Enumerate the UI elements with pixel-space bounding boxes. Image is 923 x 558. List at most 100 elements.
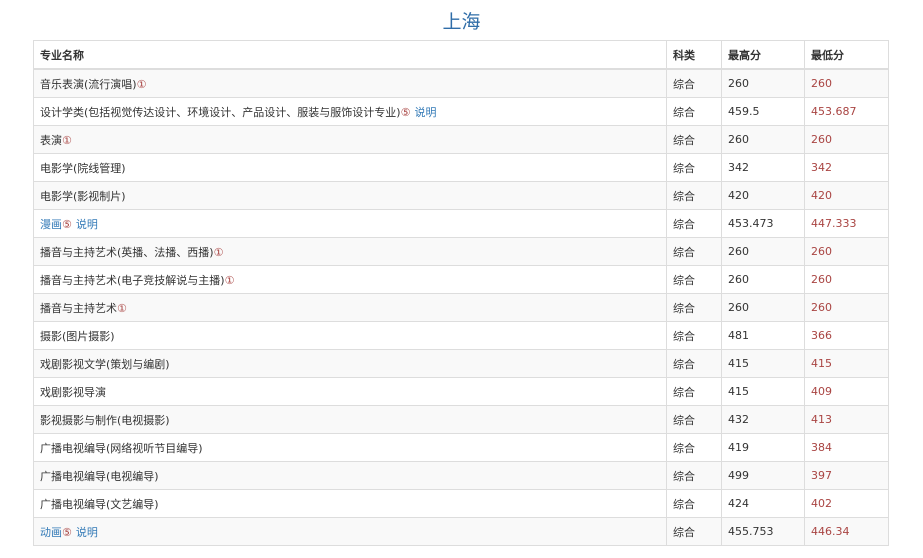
explain-link[interactable]: 说明 xyxy=(414,106,436,119)
cell-lowest-score: 409 xyxy=(804,377,889,406)
cell-subject-type: 综合 xyxy=(666,153,722,182)
cell-lowest-score: 402 xyxy=(804,489,889,518)
note-mark-icon: ① xyxy=(213,245,224,259)
header-subject-type: 科类 xyxy=(666,40,722,70)
note-mark-icon: ① xyxy=(62,133,72,147)
cell-highest-score: 260 xyxy=(721,237,805,266)
cell-highest-score: 415 xyxy=(721,377,805,406)
cell-lowest-score: 260 xyxy=(804,265,889,294)
major-name: 电影学(院线管理) xyxy=(40,161,126,175)
cell-subject-type: 综合 xyxy=(666,405,722,434)
cell-lowest-score: 260 xyxy=(804,237,889,266)
cell-subject-type: 综合 xyxy=(666,433,722,462)
table-row: 广播电视编导(电视编导) 综合 499 397 xyxy=(33,461,889,490)
major-name: 广播电视编导(电视编导) xyxy=(40,469,159,483)
table-row: 播音与主持艺术(英播、法播、西播)① 综合 260 260 xyxy=(33,237,889,266)
cell-subject-type: 综合 xyxy=(666,125,722,154)
major-name: 广播电视编导(文艺编导) xyxy=(40,497,159,511)
table-row: 音乐表演(流行演唱)① 综合 260 260 xyxy=(33,68,889,98)
cell-lowest-score: 415 xyxy=(804,349,889,378)
cell-highest-score: 260 xyxy=(721,125,805,154)
cell-subject-type: 综合 xyxy=(666,97,722,126)
major-name-link[interactable]: 动画 xyxy=(40,526,62,539)
cell-subject-type: 综合 xyxy=(666,293,722,322)
major-name: 戏剧影视文学(策划与编剧) xyxy=(40,357,170,371)
cell-major-name: 播音与主持艺术(英播、法播、西播)① xyxy=(33,237,667,266)
cell-major-name: 广播电视编导(电视编导) xyxy=(33,461,667,490)
cell-subject-type: 综合 xyxy=(666,517,722,546)
major-name: 播音与主持艺术(电子竞技解说与主播) xyxy=(40,273,225,287)
major-name: 音乐表演(流行演唱) xyxy=(40,77,137,91)
page-title: 上海 xyxy=(442,11,481,33)
cell-major-name: 电影学(院线管理) xyxy=(33,153,667,182)
table-header-row: 专业名称 科类 最高分 最低分 xyxy=(33,40,889,70)
cell-lowest-score: 260 xyxy=(804,125,889,154)
major-name: 电影学(影视制片) xyxy=(40,189,126,203)
table-row: 摄影(图片摄影) 综合 481 366 xyxy=(33,321,889,350)
note-mark-icon: ① xyxy=(136,77,147,91)
table-row: 播音与主持艺术(电子竞技解说与主播)① 综合 260 260 xyxy=(33,265,889,294)
table-body: 音乐表演(流行演唱)① 综合 260 260 设计学类(包括视觉传达设计、环境设计、产品… xyxy=(33,68,889,546)
note-mark-icon: ⑤ xyxy=(62,525,72,539)
cell-lowest-score: 342 xyxy=(804,153,889,182)
cell-major-name: 电影学(影视制片) xyxy=(33,181,667,210)
table-row: 广播电视编导(网络视听节目编导) 综合 419 384 xyxy=(33,433,889,462)
table-row: 电影学(影视制片) 综合 420 420 xyxy=(33,181,889,210)
cell-lowest-score: 366 xyxy=(804,321,889,350)
cell-lowest-score: 260 xyxy=(804,293,889,322)
cell-highest-score: 481 xyxy=(721,321,805,350)
cell-subject-type: 综合 xyxy=(666,209,722,238)
major-name: 广播电视编导(网络视听节目编导) xyxy=(40,441,203,455)
cell-subject-type: 综合 xyxy=(666,461,722,490)
explain-link[interactable]: 说明 xyxy=(76,218,98,231)
cell-major-name: 摄影(图片摄影) xyxy=(33,321,667,350)
cell-lowest-score: 446.34 xyxy=(804,517,889,546)
cell-lowest-score: 397 xyxy=(804,461,889,490)
table-row: 影视摄影与制作(电视摄影) 综合 432 413 xyxy=(33,405,889,434)
cell-subject-type: 综合 xyxy=(666,321,722,350)
cell-major-name: 广播电视编导(网络视听节目编导) xyxy=(33,433,667,462)
header-major-name: 专业名称 xyxy=(33,40,667,70)
major-name: 影视摄影与制作(电视摄影) xyxy=(40,413,170,427)
cell-major-name: 漫画⑤ 说明 xyxy=(33,209,667,238)
major-name-link[interactable]: 漫画 xyxy=(40,218,62,231)
major-name: 表演 xyxy=(40,133,62,147)
cell-major-name: 广播电视编导(文艺编导) xyxy=(33,489,667,518)
cell-major-name: 音乐表演(流行演唱)① xyxy=(33,68,667,98)
cell-lowest-score: 420 xyxy=(804,181,889,210)
cell-highest-score: 424 xyxy=(721,489,805,518)
cell-subject-type: 综合 xyxy=(666,349,722,378)
table-row: 电影学(院线管理) 综合 342 342 xyxy=(33,153,889,182)
table-row: 动画⑤ 说明 综合 455.753 446.34 xyxy=(33,517,889,546)
cell-major-name: 影视摄影与制作(电视摄影) xyxy=(33,405,667,434)
cell-subject-type: 综合 xyxy=(666,237,722,266)
cell-highest-score: 499 xyxy=(721,461,805,490)
table-row: 表演① 综合 260 260 xyxy=(33,125,889,154)
cell-major-name: 动画⑤ 说明 xyxy=(33,517,667,546)
cell-lowest-score: 453.687 xyxy=(804,97,889,126)
cell-subject-type: 综合 xyxy=(666,489,722,518)
cell-major-name: 戏剧影视文学(策划与编剧) xyxy=(33,349,667,378)
table-row: 戏剧影视导演 综合 415 409 xyxy=(33,377,889,406)
cell-subject-type: 综合 xyxy=(666,68,722,98)
explain-link[interactable]: 说明 xyxy=(76,526,98,539)
major-name: 摄影(图片摄影) xyxy=(40,329,115,343)
note-mark-icon: ⑤ xyxy=(400,105,411,119)
score-table: 专业名称 科类 最高分 最低分 音乐表演(流行演唱)① 综合 260 260 设计学类(… xyxy=(33,40,889,546)
table-row: 播音与主持艺术① 综合 260 260 xyxy=(33,293,889,322)
cell-subject-type: 综合 xyxy=(666,377,722,406)
cell-lowest-score: 413 xyxy=(804,405,889,434)
header-highest-score: 最高分 xyxy=(721,40,805,70)
cell-highest-score: 420 xyxy=(721,181,805,210)
cell-major-name: 播音与主持艺术① xyxy=(33,293,667,322)
note-mark-icon: ① xyxy=(117,301,127,315)
table-row: 广播电视编导(文艺编导) 综合 424 402 xyxy=(33,489,889,518)
major-name: 播音与主持艺术 xyxy=(40,301,117,315)
cell-major-name: 设计学类(包括视觉传达设计、环境设计、产品设计、服装与服饰设计专业)⑤ 说明 xyxy=(33,97,667,126)
cell-highest-score: 260 xyxy=(721,293,805,322)
cell-highest-score: 260 xyxy=(721,68,805,98)
header-lowest-score: 最低分 xyxy=(804,40,889,70)
cell-highest-score: 260 xyxy=(721,265,805,294)
cell-subject-type: 综合 xyxy=(666,265,722,294)
cell-lowest-score: 447.333 xyxy=(804,209,889,238)
